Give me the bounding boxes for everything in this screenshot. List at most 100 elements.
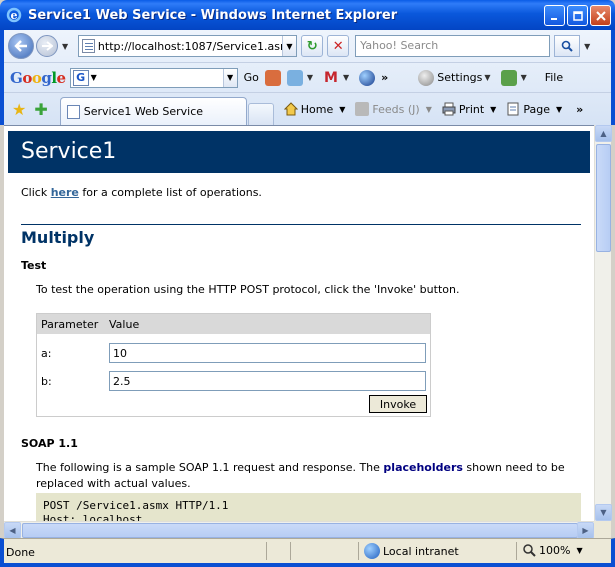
tools-addon-icon[interactable] xyxy=(500,69,517,86)
status-text: Done xyxy=(6,546,35,559)
google-menu-icon[interactable]: ▼ xyxy=(91,73,97,82)
page-menu-button[interactable]: Page ▼ xyxy=(506,102,562,116)
command-bar-chevron-icon[interactable]: » xyxy=(576,103,583,116)
param-a-input[interactable] xyxy=(109,343,426,363)
gmail-dropdown-icon[interactable]: ▼ xyxy=(343,73,349,82)
scroll-left-button[interactable]: ◀ xyxy=(4,522,21,539)
security-zone[interactable]: Local intranet xyxy=(364,543,459,559)
ie-icon: e xyxy=(6,7,22,23)
google-toolbar: Google G ▼ ▼ Go ▼ M ▼ » Settings ▼ ▼ Fil… xyxy=(4,62,611,92)
toolbar-addon-icon[interactable] xyxy=(264,69,281,86)
search-options-icon[interactable]: ▼ xyxy=(584,42,590,51)
settings-button[interactable]: Settings xyxy=(437,71,482,84)
vertical-scrollbar[interactable]: ▲ ▼ xyxy=(594,125,612,521)
home-button[interactable]: Home ▼ xyxy=(283,102,345,116)
maximize-button[interactable] xyxy=(567,5,588,26)
operations-list-link[interactable]: here xyxy=(51,186,79,199)
window-title: Service1 Web Service - Windows Internet … xyxy=(28,7,398,23)
search-input[interactable]: Yahoo! Search xyxy=(355,35,551,57)
gmail-icon[interactable]: M xyxy=(323,70,339,86)
feeds-button[interactable]: Feeds (J) ▼ xyxy=(355,102,432,116)
back-button[interactable] xyxy=(8,33,34,59)
scrollbar-corner xyxy=(594,521,611,538)
chevron-down-icon: ▼ xyxy=(600,508,607,517)
home-dropdown-icon[interactable]: ▼ xyxy=(339,105,345,114)
address-dropdown-icon[interactable]: ▼ xyxy=(281,36,297,56)
favorites-star-icon[interactable]: ★ xyxy=(12,100,26,119)
page-menu-icon xyxy=(507,102,519,116)
print-button[interactable]: Print ▼ xyxy=(442,102,496,116)
settings-dropdown-icon[interactable]: ▼ xyxy=(484,73,490,82)
printer-icon xyxy=(442,102,456,116)
forward-button[interactable] xyxy=(36,35,58,57)
print-label: Print xyxy=(458,102,485,116)
zoom-level: 100% xyxy=(539,543,571,557)
tab-label: Service1 Web Service xyxy=(83,105,204,118)
intro-text: Click here for a complete list of operat… xyxy=(21,186,262,199)
home-label: Home xyxy=(300,102,334,116)
intranet-zone-icon xyxy=(364,543,380,559)
zoom-dropdown-icon[interactable]: ▼ xyxy=(576,546,582,555)
param-row-a: a: xyxy=(37,342,432,364)
test-instructions: To test the operation using the HTTP POS… xyxy=(36,283,460,296)
close-button[interactable] xyxy=(590,5,611,26)
page-icon xyxy=(82,39,95,53)
soap-text-before: The following is a sample SOAP 1.1 reque… xyxy=(36,461,384,474)
zone-label: Local intranet xyxy=(383,544,459,558)
code-line: POST /Service1.asmx HTTP/1.1 xyxy=(43,499,229,512)
scroll-down-button[interactable]: ▼ xyxy=(595,504,612,521)
status-divider xyxy=(290,542,291,560)
search-button[interactable] xyxy=(554,35,581,57)
bookmark-dropdown-icon[interactable]: ▼ xyxy=(307,73,313,82)
address-url[interactable]: http://localhost:1087/Service1.asmx? xyxy=(98,40,282,53)
parameter-column-header: Parameter xyxy=(41,317,99,331)
soap-sample-code: POST /Service1.asmx HTTP/1.1 Host: localh… xyxy=(36,493,581,521)
add-favorite-icon[interactable]: ✚ xyxy=(34,100,47,119)
scroll-right-button[interactable]: ▶ xyxy=(577,522,594,539)
zoom-control[interactable]: 100% ▼ xyxy=(522,543,583,557)
vertical-scroll-thumb[interactable] xyxy=(596,144,611,252)
browser-toolbars: ▼ http://localhost:1087/Service1.asmx? ▼… xyxy=(0,30,615,125)
invoke-button[interactable]: Invoke xyxy=(369,395,427,413)
close-icon xyxy=(595,10,606,21)
page-menu-dropdown-icon[interactable]: ▼ xyxy=(556,105,562,114)
placeholders-term: placeholders xyxy=(383,461,463,474)
globe-icon[interactable] xyxy=(359,69,376,86)
refresh-button[interactable]: ↻ xyxy=(301,35,324,57)
address-bar[interactable]: http://localhost:1087/Service1.asmx? ▼ xyxy=(78,35,298,57)
chevron-right-icon: ▶ xyxy=(582,526,589,535)
home-icon xyxy=(283,102,298,116)
horizontal-scrollbar[interactable]: ◀ ▶ xyxy=(4,521,594,539)
google-g-icon[interactable]: G xyxy=(72,69,89,86)
file-menu[interactable]: File xyxy=(545,71,563,84)
more-chevron-icon[interactable]: » xyxy=(381,71,388,84)
google-history-dropdown-icon[interactable]: ▼ xyxy=(222,68,237,87)
status-bar: Done Local intranet 100% ▼ xyxy=(0,538,615,567)
minimize-button[interactable] xyxy=(544,5,565,26)
value-column-header: Value xyxy=(109,317,140,331)
toolbar-bookmark-icon[interactable] xyxy=(286,69,303,86)
zoom-icon xyxy=(523,544,536,557)
status-divider xyxy=(358,542,359,560)
status-divider xyxy=(266,542,267,560)
print-dropdown-icon[interactable]: ▼ xyxy=(490,105,496,114)
tab-service1[interactable]: Service1 Web Service xyxy=(59,97,247,125)
code-line: Host: localhost xyxy=(43,513,143,521)
google-go-button[interactable]: Go xyxy=(244,71,259,84)
recent-pages-dropdown-icon[interactable]: ▼ xyxy=(62,42,68,51)
soap-heading: SOAP 1.1 xyxy=(21,437,78,450)
param-b-input[interactable] xyxy=(109,371,426,391)
chevron-up-icon: ▲ xyxy=(600,129,607,138)
tab-bar: ★ ✚ Service1 Web Service Home ▼ Feeds (J… xyxy=(4,92,611,125)
param-a-label: a: xyxy=(41,346,52,360)
new-tab-button[interactable] xyxy=(247,103,274,125)
param-b-label: b: xyxy=(41,374,52,388)
scroll-up-button[interactable]: ▲ xyxy=(595,125,612,142)
form-header-row: Parameter Value xyxy=(37,314,430,334)
horizontal-scroll-thumb[interactable] xyxy=(22,523,578,538)
google-search-input[interactable]: G ▼ ▼ xyxy=(69,67,238,88)
tools-addon-dropdown-icon[interactable]: ▼ xyxy=(521,73,527,82)
stop-button[interactable]: ✕ xyxy=(327,35,350,57)
google-logo: Google xyxy=(10,68,66,87)
feeds-dropdown-icon[interactable]: ▼ xyxy=(426,105,432,114)
